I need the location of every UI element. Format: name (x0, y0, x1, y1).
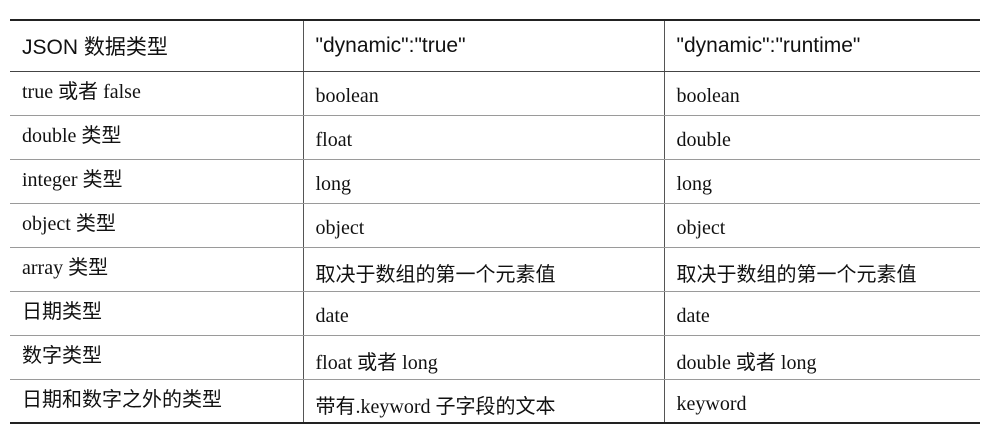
cell-text: 取决于数组的第一个元素值 (315, 264, 556, 286)
header-dynamic-true: "dynamic":"true" (302, 19, 665, 72)
cell-dynamic-true: boolean (302, 71, 665, 116)
table-row: 日期和数字之外的类型 带有.keyword 子字段的文本 keyword (10, 379, 980, 424)
cell-text: date (676, 305, 710, 327)
cell-text: double 或者 long (676, 352, 817, 374)
table-row: 数字类型 float 或者 long double 或者 long (10, 335, 980, 380)
cell-dynamic-runtime: object (663, 203, 980, 248)
cell-json-type: true 或者 false (10, 71, 304, 116)
cell-text: float 或者 long (315, 352, 438, 374)
cell-text: 日期和数字之外的类型 (22, 388, 222, 411)
header-dynamic-runtime: "dynamic":"runtime" (663, 19, 980, 72)
table-row: integer 类型 long long (10, 159, 980, 204)
table-row: 日期类型 date date (10, 291, 980, 336)
table-row: object 类型 object object (10, 203, 980, 248)
cell-dynamic-runtime: long (663, 159, 980, 204)
header-json-type: JSON 数据类型 (10, 19, 304, 72)
cell-text: float (315, 129, 353, 151)
cell-text: double 类型 (22, 125, 122, 147)
cell-dynamic-true: date (302, 291, 665, 336)
cell-text: object (676, 217, 726, 239)
table-row: double 类型 float double (10, 115, 980, 160)
cell-dynamic-true: long (302, 159, 665, 204)
cell-text: true 或者 false (22, 81, 141, 103)
cell-text: array 类型 (22, 257, 109, 279)
cell-dynamic-true: 取决于数组的第一个元素值 (302, 247, 665, 292)
mapping-table-container: JSON 数据类型 "dynamic":"true" "dynamic":"ru… (10, 19, 980, 424)
cell-text: long (676, 173, 713, 195)
cell-json-type: array 类型 (10, 247, 304, 292)
cell-json-type: object 类型 (10, 203, 304, 248)
cell-text: 取决于数组的第一个元素值 (676, 264, 917, 286)
cell-text: 带有.keyword 子字段的文本 (315, 395, 556, 418)
cell-text: date (315, 305, 349, 327)
cell-dynamic-runtime: double (663, 115, 980, 160)
cell-json-type: 日期和数字之外的类型 (10, 379, 304, 424)
cell-dynamic-true: float (302, 115, 665, 160)
cell-text: 数字类型 (22, 345, 102, 367)
cell-text: double (676, 129, 731, 151)
cell-json-type: double 类型 (10, 115, 304, 160)
cell-text: keyword (676, 392, 747, 415)
cell-text: integer 类型 (22, 169, 123, 191)
cell-dynamic-runtime: date (663, 291, 980, 336)
cell-json-type: 数字类型 (10, 335, 304, 380)
cell-text: long (315, 173, 352, 195)
table-row: true 或者 false boolean boolean (10, 71, 980, 116)
cell-dynamic-runtime: double 或者 long (663, 335, 980, 380)
cell-text: boolean (676, 85, 740, 107)
dynamic-mapping-table: JSON 数据类型 "dynamic":"true" "dynamic":"ru… (10, 19, 980, 424)
cell-dynamic-true: 带有.keyword 子字段的文本 (302, 379, 665, 424)
cell-text: 日期类型 (22, 301, 102, 323)
cell-dynamic-true: float 或者 long (302, 335, 665, 380)
cell-dynamic-runtime: 取决于数组的第一个元素值 (663, 247, 980, 292)
cell-json-type: integer 类型 (10, 159, 304, 204)
cell-text: object (315, 217, 365, 239)
table-row: array 类型 取决于数组的第一个元素值 取决于数组的第一个元素值 (10, 247, 980, 292)
table-header-row: JSON 数据类型 "dynamic":"true" "dynamic":"ru… (10, 19, 980, 72)
cell-dynamic-runtime: keyword (663, 379, 980, 424)
cell-text: object 类型 (22, 213, 116, 235)
cell-text: boolean (315, 85, 379, 107)
cell-json-type: 日期类型 (10, 291, 304, 336)
cell-dynamic-runtime: boolean (663, 71, 980, 116)
cell-dynamic-true: object (302, 203, 665, 248)
